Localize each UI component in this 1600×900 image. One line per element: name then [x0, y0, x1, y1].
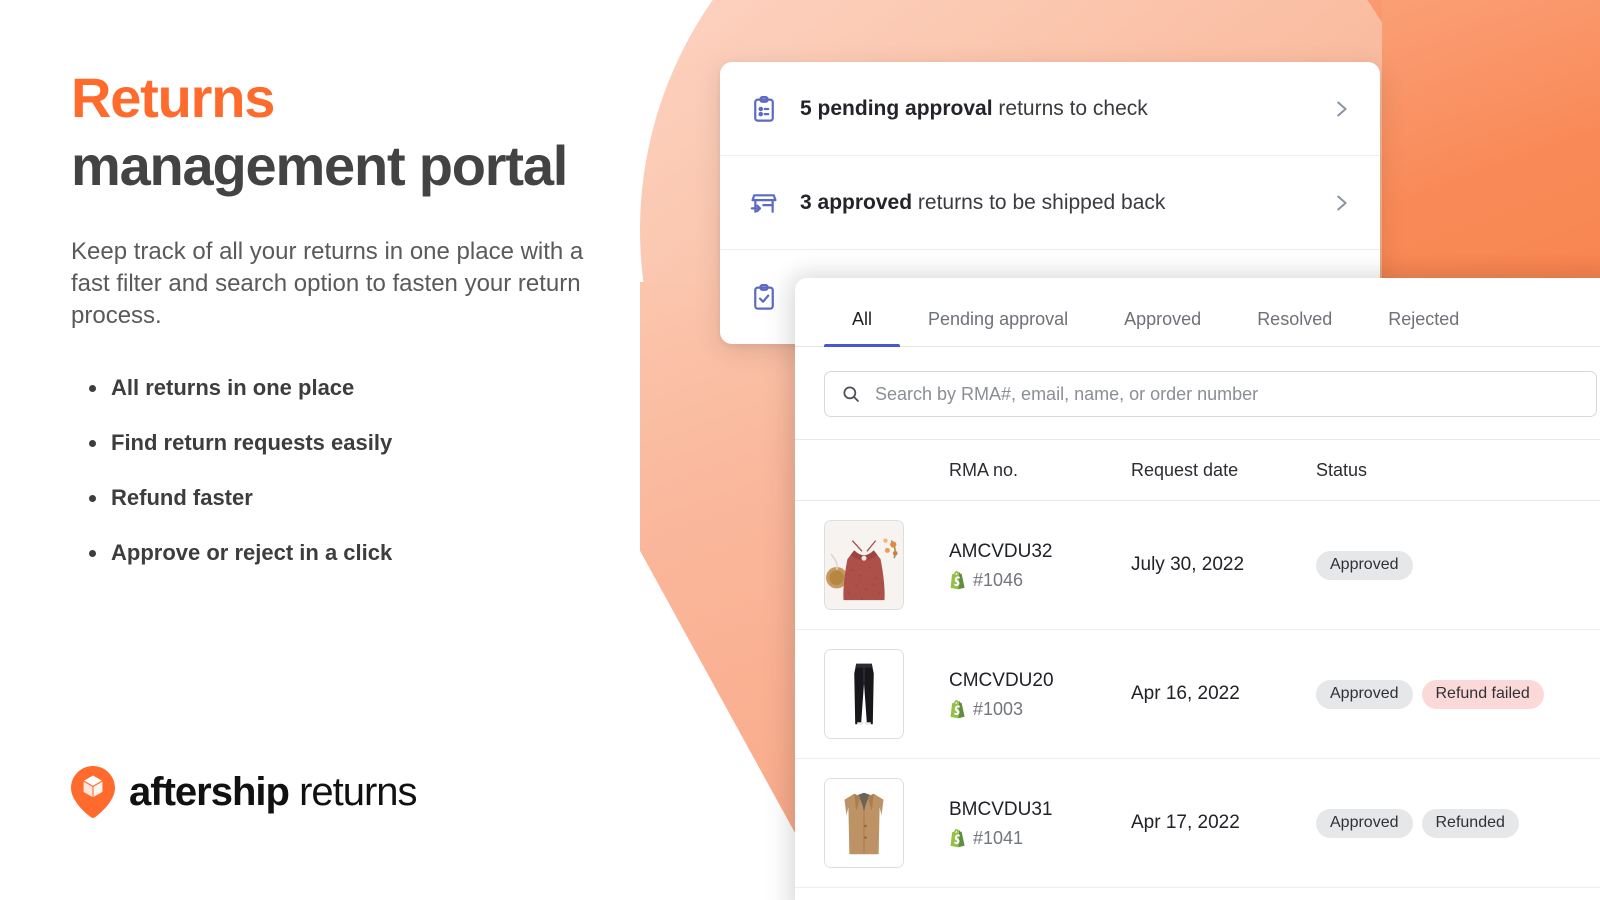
headline-accent: Returns: [71, 66, 275, 129]
rma-number: CMCVDU20: [949, 670, 1054, 691]
status-badges: Approved: [1316, 550, 1600, 580]
search-box[interactable]: [824, 371, 1597, 417]
brand-logo: aftership returns: [71, 766, 418, 818]
shopify-icon: [949, 700, 966, 719]
notification-row-pending[interactable]: 5 pending approval returns to check: [720, 62, 1380, 156]
chevron-right-icon[interactable]: [1330, 98, 1352, 120]
row-status-cell: Approved Refund failed: [1316, 679, 1600, 709]
row-status-cell: Approved Refunded: [1316, 808, 1600, 838]
row-thumbnail-cell: [795, 649, 949, 739]
order-number: #1003: [973, 699, 1024, 719]
column-header-status: Status: [1316, 459, 1368, 480]
notification-tail: returns to check: [998, 96, 1148, 120]
column-header-date: Request date: [1131, 459, 1239, 480]
request-date: Apr 16, 2022: [1131, 683, 1240, 704]
page-title: Returns management portal: [71, 64, 600, 200]
marketing-column: Returns management portal Keep track of …: [0, 0, 640, 900]
status-badges: Approved Refund failed: [1316, 679, 1600, 709]
column-header-rma: RMA no.: [949, 459, 1019, 480]
black-trousers-thumbnail-icon: [824, 649, 904, 739]
row-rma-cell: AMCVDU32 #1046: [949, 539, 1131, 591]
table-row[interactable]: BMCVDU31 #1041 Apr 17, 2022 Approved Ref…: [795, 759, 1600, 888]
clipboard-list-icon: [750, 95, 778, 123]
orange-panel-right-fill: [1382, 0, 1600, 290]
row-order-ref: #1003: [949, 699, 1131, 720]
notification-emphasis: approved: [817, 190, 913, 214]
tab-resolved[interactable]: Resolved: [1229, 309, 1360, 346]
tab-rejected[interactable]: Rejected: [1360, 309, 1487, 346]
rma-number: BMCVDU31: [949, 799, 1053, 820]
order-number: #1041: [973, 828, 1024, 848]
list-item: All returns in one place: [71, 374, 600, 402]
shopify-icon: [949, 829, 966, 848]
rma-number: AMCVDU32: [949, 541, 1053, 562]
status-tabs: All Pending approval Approved Resolved R…: [795, 278, 1600, 347]
status-badge: Approved: [1316, 550, 1413, 580]
notification-text: 5 pending approval returns to check: [800, 97, 1308, 121]
request-date: Apr 17, 2022: [1131, 812, 1240, 833]
notification-row-approved[interactable]: 3 approved returns to be shipped back: [720, 156, 1380, 250]
brand-wordmark: aftership returns: [129, 769, 418, 815]
clipboard-check-icon: [750, 283, 778, 311]
row-order-ref: #1046: [949, 570, 1131, 591]
notification-text: 3 approved returns to be shipped back: [800, 191, 1308, 215]
notification-tail: returns to be shipped back: [917, 190, 1166, 214]
row-thumbnail-cell: [795, 778, 949, 868]
status-badges: Approved Refunded: [1316, 808, 1600, 838]
hero-subtext: Keep track of all your returns in one pl…: [71, 238, 584, 329]
aftership-pin-cube-logo-icon: [71, 766, 115, 818]
chevron-right-icon[interactable]: [1330, 192, 1352, 214]
search-section: [795, 347, 1600, 439]
table-header-row: RMA no. Request date Status: [795, 439, 1600, 501]
request-date: July 30, 2022: [1131, 554, 1245, 575]
list-item: Find return requests easily: [71, 429, 600, 457]
search-input[interactable]: [875, 383, 1580, 405]
tab-all[interactable]: All: [824, 309, 901, 347]
brand-name-bold: aftership: [129, 769, 290, 814]
brand-name-light: returns: [299, 769, 417, 814]
list-item: Approve or reject in a click: [71, 539, 600, 567]
notification-emphasis: pending approval: [817, 96, 993, 120]
list-item: Refund faster: [71, 484, 600, 512]
table-row[interactable]: AMCVDU32 #1046 July 30, 2022 Approved: [795, 501, 1600, 630]
tab-approved[interactable]: Approved: [1096, 309, 1229, 346]
store-arrow-in-icon: [750, 189, 778, 217]
row-thumbnail-cell: [795, 520, 949, 610]
benefits-list: All returns in one place Find return req…: [71, 374, 600, 567]
row-status-cell: Approved: [1316, 550, 1600, 580]
search-icon: [841, 384, 861, 404]
row-order-ref: #1041: [949, 828, 1131, 849]
page-root: Returns management portal Keep track of …: [0, 0, 1600, 900]
red-floral-dress-thumbnail-icon: [824, 520, 904, 610]
row-rma-cell: CMCVDU20 #1003: [949, 668, 1131, 720]
status-badge: Refunded: [1421, 808, 1519, 838]
notification-count: 5: [800, 96, 812, 120]
camel-coat-thumbnail-icon: [824, 778, 904, 868]
status-badge: Approved: [1316, 808, 1413, 838]
tab-pending-approval[interactable]: Pending approval: [900, 309, 1096, 346]
row-rma-cell: BMCVDU31 #1041: [949, 797, 1131, 849]
returns-table-card: All Pending approval Approved Resolved R…: [795, 278, 1600, 900]
headline-rest: management portal: [71, 134, 568, 197]
order-number: #1046: [973, 570, 1024, 590]
table-row[interactable]: CMCVDU20 #1003 Apr 16, 2022 Approved Ref…: [795, 630, 1600, 759]
shopify-icon: [949, 571, 966, 590]
notification-count: 3: [800, 190, 812, 214]
status-badge: Refund failed: [1421, 679, 1544, 709]
status-badge: Approved: [1316, 679, 1413, 709]
